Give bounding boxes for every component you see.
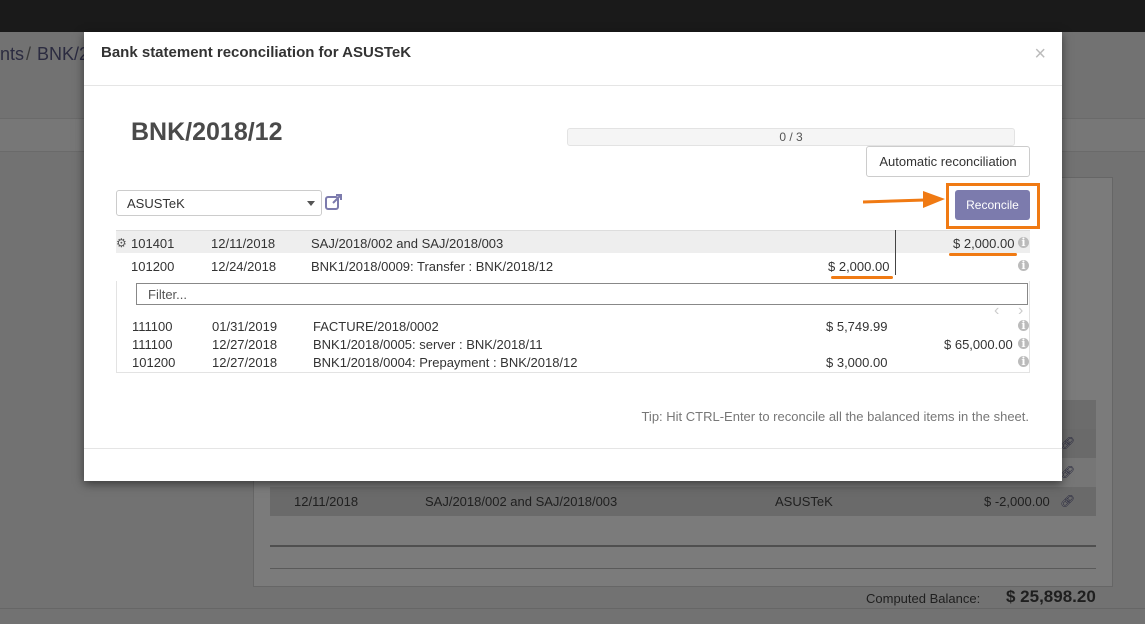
progress-text: 0 / 3	[779, 130, 803, 144]
underline-annotation	[831, 276, 893, 279]
line-credit: $ 65,000.00	[944, 337, 1013, 352]
row-amount: $ -2,000.00	[984, 494, 1050, 509]
reconciliation-progress-bar: 0 / 3	[567, 128, 1015, 146]
statement-name: BNK/2018/12	[131, 118, 283, 146]
automatic-reconciliation-button[interactable]: Automatic reconciliation	[866, 146, 1030, 177]
partner-select-value: ASUSTeK	[127, 196, 185, 211]
line-date: 01/31/2019	[212, 319, 278, 334]
partner-select[interactable]: ASUSTeK	[116, 190, 322, 216]
info-icon[interactable]: i	[1018, 237, 1029, 248]
line-account: 111100	[132, 319, 173, 334]
breadcrumb-separator: /	[26, 44, 32, 64]
info-icon[interactable]: i	[1018, 320, 1029, 331]
keyboard-tip: Tip: Hit CTRL-Enter to reconcile all the…	[641, 409, 1029, 424]
top-navbar	[0, 0, 1145, 32]
line-label: BNK1/2018/0005: server : BNK/2018/11	[313, 337, 543, 352]
line-date: 12/27/2018	[212, 355, 278, 370]
line-debit: $ 3,000.00	[826, 355, 888, 370]
dialog-footer-divider	[84, 448, 1062, 449]
match-line[interactable]: 101200 12/27/2018 BNK1/2018/0004: Prepay…	[116, 352, 1030, 370]
table-divider	[270, 545, 1096, 547]
dialog-header: Bank statement reconciliation for ASUSTe…	[84, 32, 1062, 86]
line-date: 12/24/2018	[211, 259, 277, 274]
dialog-title: Bank statement reconciliation for ASUSTe…	[101, 44, 412, 61]
table-divider	[270, 568, 1096, 569]
underline-annotation	[949, 253, 1017, 256]
column-divider	[895, 230, 896, 275]
line-label: FACTURE/2018/0002	[313, 319, 439, 334]
line-date: 12/11/2018	[211, 236, 276, 251]
divider	[0, 608, 1145, 609]
link-icon[interactable]: 🔗︎	[1060, 494, 1075, 508]
row-reference: SAJ/2018/002 and SAJ/2018/003	[425, 494, 618, 509]
row-date: 12/11/2018	[294, 494, 359, 509]
line-debit: $ 5,749.99	[826, 319, 888, 334]
line-label: BNK1/2018/0004: Prepayment : BNK/2018/12	[313, 355, 578, 370]
selected-line[interactable]: ⚙ 101401 12/11/2018 SAJ/2018/002 and SAJ…	[116, 230, 1030, 253]
breadcrumb: nts / BNK/2	[0, 44, 89, 65]
match-line[interactable]: 111100 12/27/2018 BNK1/2018/0005: server…	[116, 334, 1030, 352]
line-account: 111100	[132, 337, 173, 352]
computed-balance-value: $ 25,898.20	[1006, 587, 1096, 606]
breadcrumb-item-parent[interactable]: nts	[0, 44, 24, 64]
line-account: 101200	[131, 259, 175, 274]
reconcile-button[interactable]: Reconcile	[955, 190, 1030, 220]
external-link-icon[interactable]	[324, 192, 344, 212]
line-account: 101401	[131, 236, 175, 251]
gear-icon[interactable]: ⚙	[116, 236, 127, 250]
filter-input[interactable]	[136, 283, 1028, 305]
link-icon[interactable]: 🔗︎	[1060, 436, 1075, 450]
caret-down-icon	[307, 201, 315, 206]
table-row[interactable]: 12/11/2018 SAJ/2018/002 and SAJ/2018/003…	[270, 487, 1096, 516]
reconciliation-dialog: Bank statement reconciliation for ASUSTe…	[84, 32, 1062, 481]
info-icon[interactable]: i	[1018, 260, 1029, 271]
line-credit: $ 2,000.00	[953, 236, 1015, 251]
line-date: 12/27/2018	[212, 337, 278, 352]
link-icon[interactable]: 🔗︎	[1060, 465, 1075, 479]
computed-balance-label: Computed Balance:	[866, 591, 981, 606]
breadcrumb-item-current: BNK/2	[37, 44, 90, 64]
selected-line[interactable]: 101200 12/24/2018 BNK1/2018/0009: Transf…	[116, 254, 1030, 277]
line-label: SAJ/2018/002 and SAJ/2018/003	[311, 236, 504, 251]
line-label: BNK1/2018/0009: Transfer : BNK/2018/12	[311, 259, 554, 274]
info-icon[interactable]: i	[1018, 338, 1029, 349]
line-debit: $ 2,000.00	[828, 259, 890, 274]
close-icon[interactable]: ×	[1034, 44, 1046, 64]
info-icon[interactable]: i	[1018, 356, 1029, 367]
row-partner: ASUSTeK	[775, 494, 833, 509]
match-line[interactable]: 111100 01/31/2019 FACTURE/2018/0002 $ 5,…	[116, 316, 1030, 334]
arrow-annotation-icon	[863, 191, 945, 208]
line-account: 101200	[132, 355, 176, 370]
